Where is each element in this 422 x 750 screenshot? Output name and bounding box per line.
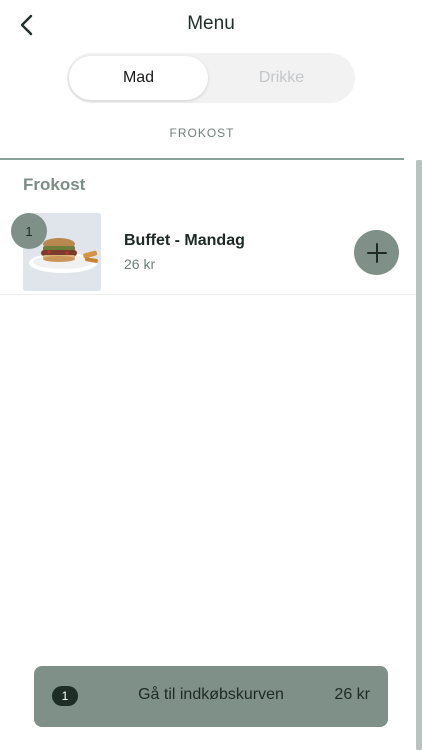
cart-total: 26 kr bbox=[334, 686, 370, 703]
header: Menu bbox=[0, 0, 422, 50]
section-title: Frokost bbox=[23, 175, 86, 194]
tab-underline bbox=[0, 158, 404, 160]
add-to-cart-button[interactable] bbox=[354, 230, 399, 275]
segment-mad[interactable]: Mad bbox=[69, 56, 208, 100]
scrollbar[interactable] bbox=[416, 160, 422, 750]
quantity-badge: 1 bbox=[11, 213, 47, 249]
item-name: Buffet - Mandag bbox=[124, 232, 245, 249]
item-price: 26 kr bbox=[124, 256, 156, 272]
scrollbar-thumb[interactable] bbox=[416, 160, 422, 750]
go-to-cart-button[interactable]: 1 Gå til indkøbskurven 26 kr bbox=[34, 666, 388, 727]
plus-icon[interactable] bbox=[366, 242, 388, 264]
mad-drikke-toggle: Mad Drikke bbox=[67, 53, 355, 103]
segment-drikke[interactable]: Drikke bbox=[212, 56, 351, 100]
menu-item-row[interactable]: 1 Buffet - Mandag 26 kr bbox=[0, 205, 416, 295]
page-title: Menu bbox=[187, 13, 235, 34]
tab-frokost[interactable]: FROKOST bbox=[0, 126, 404, 140]
